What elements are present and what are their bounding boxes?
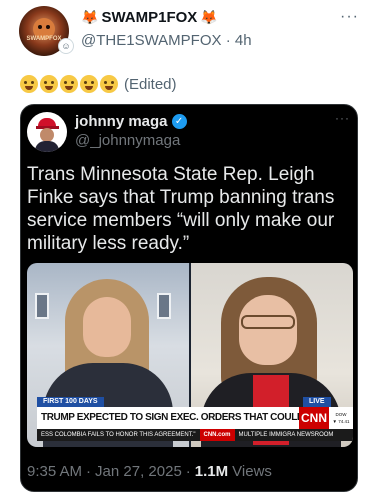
dow-ticker: DOW ▼ 74.41 [329,407,353,429]
grinning-squint-emoji-icon [60,75,78,93]
anchor-face [83,297,131,357]
ticker-right: MULTIPLE IMMIGRA NEWSROOM [238,432,334,438]
avatar-body [35,141,59,152]
avatar-eye [38,25,42,29]
quoted-post-time[interactable]: 9:35 AM [27,463,82,480]
post-time-ago[interactable]: 4h [235,32,252,49]
edited-label[interactable]: (Edited) [124,76,177,93]
quoted-author-handle[interactable]: @_johnnymaga [75,132,180,149]
guest-face [239,295,297,365]
author-handle-row: @THE1SWAMPFOX · 4h [81,32,252,49]
quoted-post-card[interactable]: johnny maga ✓ @_johnnymaga ··· Trans Min… [20,104,358,492]
separator-dot: · [86,463,92,480]
more-icon[interactable]: ··· [340,8,359,26]
tears-of-joy-emoji-icon [80,75,98,93]
post: SWAMPFOX ☺ 🦊 SWAMP1FOX 🦊 @THE1SWAMPFOX ·… [0,0,376,500]
flushed-face-emoji-icon [20,75,38,93]
news-ticker: ESS COLOMBIA FAILS TO HONOR THIS AGREEME… [37,429,353,441]
dow-label: DOW [335,412,347,417]
cnn-logo: CNN [299,407,329,429]
ticker-brand: CNN.com [199,429,235,441]
post-text: (Edited) [20,75,177,93]
author-display-name: SWAMP1FOX [101,9,198,26]
separator-dot: · [185,463,191,480]
quoted-author-avatar[interactable] [27,112,67,152]
avatar-badge-icon: ☺ [58,38,74,54]
background-window [35,293,49,319]
background-window [157,293,171,319]
fox-icon: 🦊 [200,9,218,25]
views-label: Views [232,463,272,480]
separator-dot: · [225,32,235,49]
quoted-post-date[interactable]: Jan 27, 2025 [95,463,182,480]
author-handle[interactable]: @THE1SWAMPFOX [81,32,222,49]
chyron-tag: FIRST 100 DAYS [37,397,104,407]
ticker-left: ESS COLOMBIA FAILS TO HONOR THIS AGREEME… [41,432,196,438]
dow-value: ▼ 74.41 [332,419,350,424]
quoted-author-name-row[interactable]: johnny maga ✓ [75,113,187,130]
live-badge: LIVE [303,397,331,407]
author-name-row[interactable]: 🦊 SWAMP1FOX 🦊 [81,9,218,26]
rofl-emoji-icon [100,75,118,93]
fox-icon: 🦊 [81,9,99,25]
quoted-author-display-name: johnny maga [75,113,168,130]
guest-glasses [241,315,295,329]
avatar-eye [46,25,50,29]
quoted-more-icon[interactable]: ··· [335,111,350,125]
hand-over-mouth-emoji-icon [40,75,58,93]
quoted-post-meta: 9:35 AM · Jan 27, 2025 · 1.1M Views [27,463,272,480]
avatar-head [40,128,54,142]
views-count[interactable]: 1.1M [195,463,228,480]
verified-icon: ✓ [171,114,187,129]
chyron-headline: TRUMP EXPECTED TO SIGN EXEC. ORDERS THAT… [37,407,299,429]
video-player[interactable]: FIRST 100 DAYS LIVE TRUMP EXPECTED TO SI… [27,263,353,447]
quoted-post-text: Trans Minnesota State Rep. Leigh Finke s… [27,164,335,254]
